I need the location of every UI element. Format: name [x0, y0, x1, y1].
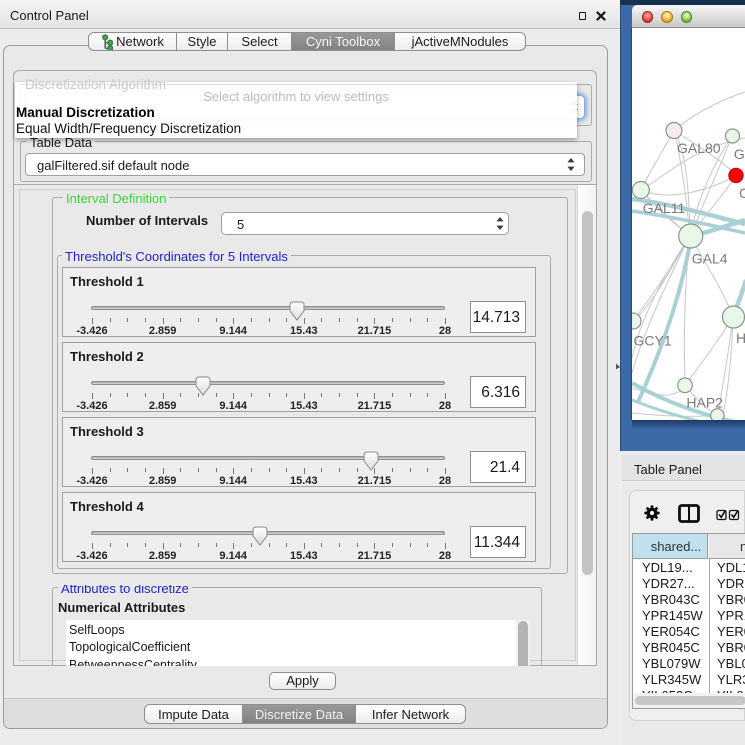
svg-text:GAL4: GAL4 [692, 251, 728, 267]
svg-text:H: H [736, 330, 745, 346]
svg-text:GCY1: GCY1 [634, 333, 672, 349]
svg-text:GA: GA [734, 146, 745, 162]
svg-text:HAP2: HAP2 [686, 394, 723, 410]
svg-text:GAL80: GAL80 [677, 140, 721, 156]
svg-text:GAL11: GAL11 [643, 200, 686, 216]
svg-text:C: C [739, 185, 745, 201]
